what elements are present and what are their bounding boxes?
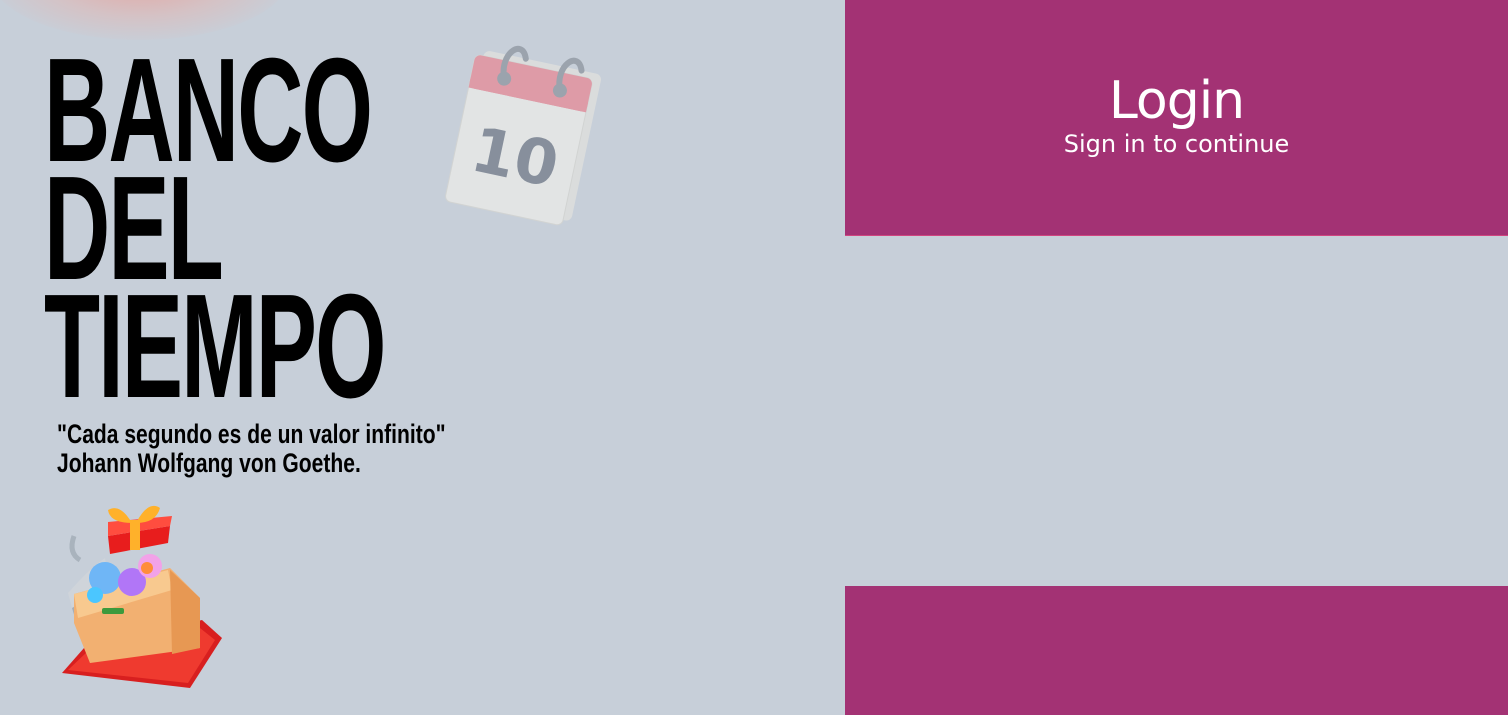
login-panel: Login Sign in to continue [845, 0, 1508, 715]
login-subtitle: Sign in to continue [1063, 130, 1290, 158]
calendar-icon: 10 [445, 45, 601, 226]
page: BANCO DEL TIEMPO "Cada segundo es de un … [0, 0, 1508, 715]
brand-title: BANCO DEL TIEMPO [44, 37, 386, 429]
quote: "Cada segundo es de un valor infinito" J… [57, 420, 446, 478]
quote-text: "Cada segundo es de un valor infinito" [57, 419, 446, 449]
login-header: Login Sign in to continue [845, 0, 1508, 236]
quote-author: Johann Wolfgang von Goethe. [57, 448, 361, 478]
login-footer [845, 586, 1508, 715]
brand-title-line-3: TIEMPO [44, 264, 386, 429]
login-form-area [845, 236, 1508, 586]
brand-section: BANCO DEL TIEMPO "Cada segundo es de un … [0, 0, 845, 715]
login-title: Login [1108, 71, 1245, 131]
gift-box-icon [62, 505, 222, 688]
